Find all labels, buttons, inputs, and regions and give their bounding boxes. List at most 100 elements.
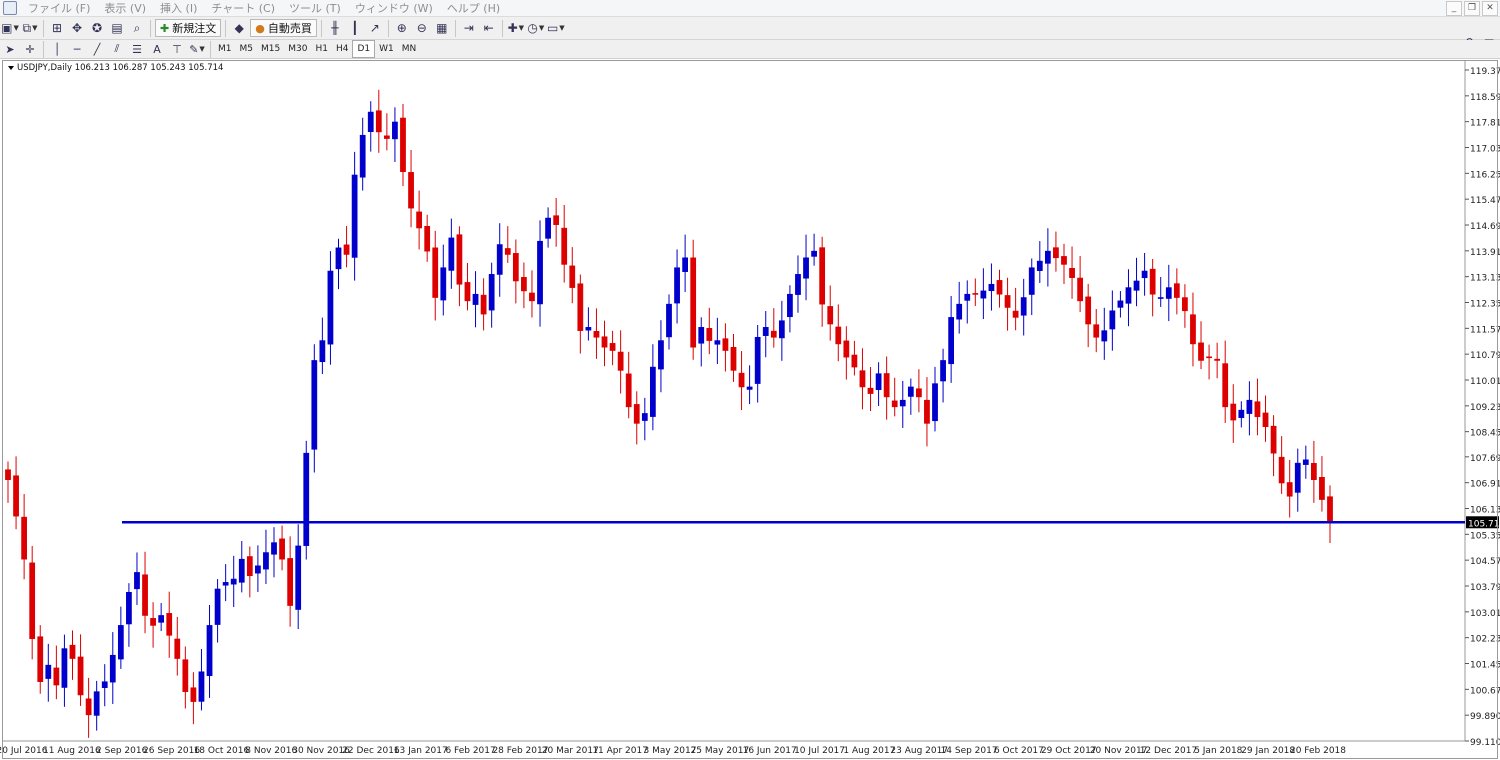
crosshair-icon[interactable]: ✛: [21, 40, 39, 58]
y-tick-label: 101.450: [1470, 661, 1500, 671]
bearish-candle: [424, 226, 431, 252]
zoom-in-icon[interactable]: ⊕: [393, 19, 411, 37]
y-tick-label: 103.010: [1470, 609, 1500, 619]
bullish-candle: [1294, 462, 1301, 493]
bearish-candle: [504, 248, 511, 255]
bearish-candle: [142, 574, 148, 616]
cursor-icon[interactable]: ➤: [1, 40, 19, 58]
period-m30[interactable]: M30: [284, 41, 311, 57]
bullish-candle: [392, 121, 398, 140]
x-tick-label: 1 Aug 2017: [843, 746, 895, 756]
bearish-candle: [577, 283, 584, 331]
bullish-candle: [440, 267, 447, 301]
bullish-candle: [940, 360, 946, 382]
y-tick-label: 112.350: [1470, 299, 1500, 309]
new-order-button[interactable]: ✚ 新規注文: [155, 19, 222, 37]
metaeditor-icon[interactable]: ◆: [230, 19, 248, 37]
x-tick-label: 29 Oct 2017: [1041, 746, 1097, 756]
x-tick-label: 14 Sep 2017: [941, 746, 998, 756]
y-tick-label: 117.810: [1470, 119, 1500, 129]
bullish-candle: [1157, 297, 1164, 299]
restore-icon[interactable]: ❐: [1464, 1, 1480, 16]
chart-shift-icon[interactable]: ⇥: [460, 19, 478, 37]
channel-icon[interactable]: ⫽: [108, 40, 126, 58]
profiles-icon[interactable]: ⧉ ▼: [21, 19, 39, 37]
bearish-candle: [1053, 247, 1059, 259]
x-tick-label: 25 May 2017: [691, 746, 750, 756]
period-w1[interactable]: W1: [375, 41, 398, 57]
text-label-icon[interactable]: ⊤: [168, 40, 186, 58]
menu-bar: ファイル (F) 表示 (V) 挿入 (I) チャート (C) ツール (T) …: [0, 0, 1500, 17]
market-watch-icon[interactable]: ⊞: [48, 19, 66, 37]
periods-icon[interactable]: ◷ ▼: [527, 19, 545, 37]
bullish-candle: [1044, 250, 1051, 264]
vertical-line-icon[interactable]: │: [48, 40, 66, 58]
bearish-candle: [1198, 342, 1204, 361]
bullish-candle: [778, 320, 785, 339]
bearish-candle: [77, 656, 84, 696]
line-chart-icon[interactable]: ↗: [366, 19, 384, 37]
x-tick-label: 10 Jul 2017: [794, 746, 845, 756]
tile-windows-icon[interactable]: ▦: [433, 19, 451, 37]
bearish-candle: [1214, 358, 1221, 361]
menu-help[interactable]: ヘルプ (H): [440, 0, 507, 16]
x-tick-label: 29 Jan 2018: [1241, 746, 1295, 756]
x-tick-label: 12 Dec 2017: [1140, 746, 1198, 756]
new-chart-icon[interactable]: ▣ ▼: [1, 19, 19, 37]
close-icon[interactable]: ✕: [1482, 1, 1498, 16]
period-h4[interactable]: H4: [332, 41, 353, 57]
menu-view[interactable]: 表示 (V): [97, 0, 153, 16]
zoom-out-icon[interactable]: ⊖: [413, 19, 431, 37]
app-icon[interactable]: [3, 1, 17, 15]
period-h1[interactable]: H1: [311, 41, 332, 57]
menu-tools[interactable]: ツール (T): [282, 0, 348, 16]
bearish-candle: [1254, 401, 1261, 418]
menu-file[interactable]: ファイル (F): [21, 0, 97, 16]
templates-icon[interactable]: ▭ ▼: [547, 19, 565, 37]
bearish-candle: [1149, 268, 1156, 295]
strategy-tester-icon[interactable]: ⌕: [128, 19, 146, 37]
bearish-candle: [1278, 456, 1285, 484]
navigator-icon[interactable]: ✪: [88, 19, 106, 37]
menu-chart[interactable]: チャート (C): [204, 0, 282, 16]
auto-trading-button[interactable]: ● 自動売買: [250, 19, 317, 37]
menu-window[interactable]: ウィンドウ (W): [348, 0, 440, 16]
bullish-candle: [303, 452, 310, 546]
period-m15[interactable]: M15: [257, 41, 284, 57]
bullish-candle: [1238, 409, 1245, 418]
auto-scroll-icon[interactable]: ⇤: [480, 19, 498, 37]
bullish-candle: [295, 545, 302, 610]
minimize-icon[interactable]: _: [1446, 1, 1462, 16]
menu-insert[interactable]: 挿入 (I): [153, 0, 204, 16]
bearish-candle: [1206, 356, 1212, 359]
text-tool-icon[interactable]: A: [148, 40, 166, 58]
indicators-icon[interactable]: ✚ ▼: [507, 19, 525, 37]
x-tick-label: 23 Aug 2017: [890, 746, 948, 756]
bearish-candle: [819, 247, 826, 305]
y-tick-label: 115.470: [1470, 196, 1500, 206]
horizontal-line-icon[interactable]: ─: [68, 40, 86, 58]
new-order-icon: ✚: [160, 21, 170, 35]
period-m5[interactable]: M5: [236, 41, 258, 57]
candlestick-icon[interactable]: ┃: [346, 19, 364, 37]
price-chart[interactable]: 119.370 118.590 117.810 117.030 116.250 115.4…: [0, 59, 1500, 760]
terminal-icon[interactable]: ▤: [108, 19, 126, 37]
bearish-candle: [5, 469, 11, 480]
bullish-candle: [641, 413, 648, 421]
period-mn[interactable]: MN: [398, 41, 421, 57]
arrows-icon[interactable]: ✎ ▼: [188, 40, 206, 58]
bullish-candle: [134, 572, 140, 590]
data-window-icon[interactable]: ✥: [68, 19, 86, 37]
bullish-candle: [1036, 260, 1043, 271]
bearish-candle: [972, 293, 979, 295]
bearish-candle: [375, 110, 382, 133]
bar-chart-icon[interactable]: ╫: [326, 19, 344, 37]
trendline-icon[interactable]: ╱: [88, 40, 106, 58]
period-d1[interactable]: D1: [352, 40, 376, 58]
x-tick-label: 18 Oct 2016: [194, 746, 250, 756]
period-m1[interactable]: M1: [214, 41, 236, 57]
fibonacci-icon[interactable]: ☰: [128, 40, 146, 58]
bearish-candle: [408, 172, 414, 209]
toolbar-separator: [210, 40, 211, 58]
bullish-candle: [1302, 459, 1309, 465]
